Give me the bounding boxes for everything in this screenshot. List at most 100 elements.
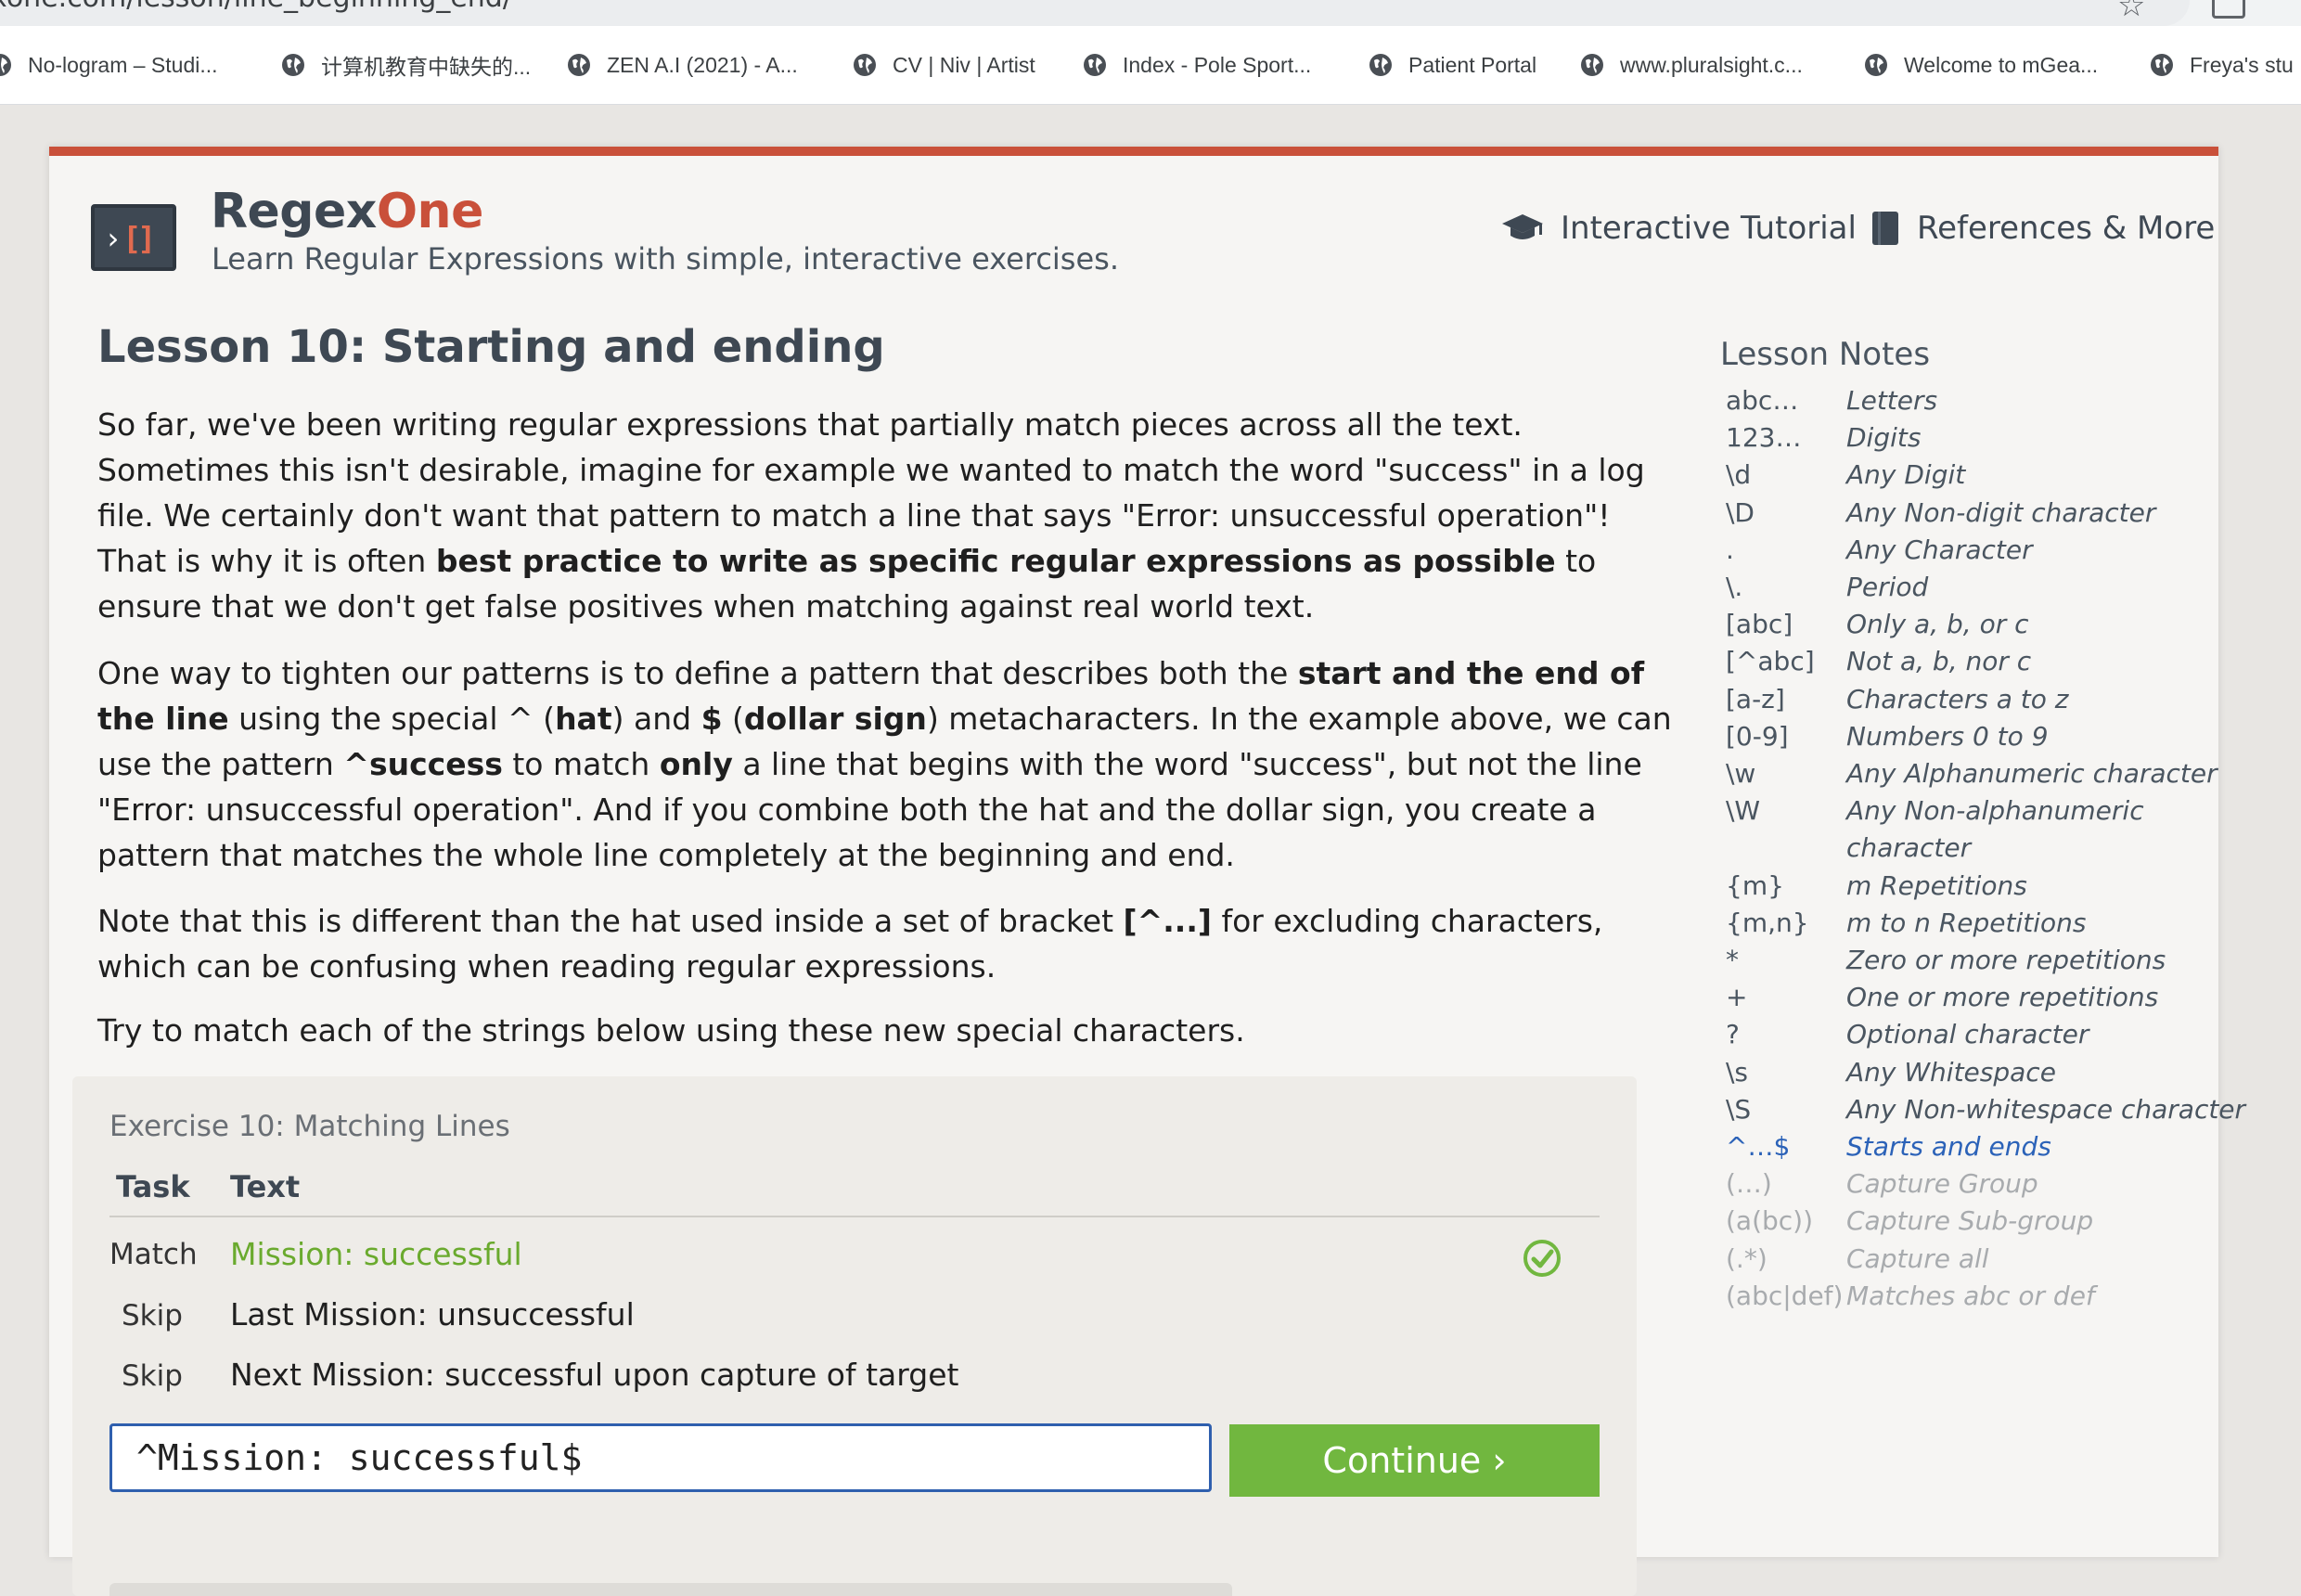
note-symbol: {m} [1726, 869, 1784, 901]
text-run: using the special ^ ( [228, 701, 556, 737]
text-run: to match [502, 746, 660, 782]
continue-button[interactable]: Continue › [1229, 1424, 1600, 1497]
note-symbol: [0-9] [1726, 720, 1789, 752]
bookmark-label: www.pluralsight.c... [1620, 52, 1803, 77]
note-symbol: [^abc] [1726, 646, 1815, 677]
bold-run: [^...] [1123, 903, 1212, 939]
note-description: Any Character [1846, 534, 2033, 565]
bookmark-star-icon[interactable]: ☆ [2117, 0, 2145, 24]
note-symbol: [abc] [1726, 609, 1793, 640]
note-symbol: (…) [1726, 1168, 1772, 1200]
check-circle-icon [1523, 1240, 1561, 1277]
bookmark-label: Index - Pole Sport... [1123, 52, 1312, 77]
note-description: Capture all [1846, 1242, 1989, 1274]
note-symbol: ? [1726, 1019, 1740, 1050]
note-symbol: ^…$ [1726, 1131, 1791, 1162]
note-description: Starts and ends [1846, 1131, 2051, 1162]
brand-name[interactable]: RegexOne [211, 184, 483, 239]
note-symbol: 123… [1726, 422, 1802, 454]
bookmark-item[interactable]: No-logram – Studi... [0, 46, 218, 84]
note-symbol: (.*) [1726, 1242, 1768, 1274]
row-text: Mission: successful [230, 1236, 522, 1272]
note-symbol: abc… [1726, 385, 1799, 416]
note-description: character [1846, 832, 1972, 864]
note-symbol: (abc|def) [1726, 1280, 1844, 1311]
bookmarks-bar: No-logram – Studi... 计算机教育中缺失的... ZEN A.… [0, 26, 2301, 105]
note-description: m Repetitions [1846, 869, 2027, 901]
note-description: Only a, b, or c [1846, 609, 2029, 640]
bookmark-item[interactable]: 计算机教育中缺失的... [280, 46, 531, 84]
lesson-paragraph: So far, we've been writing regular expre… [97, 402, 1684, 629]
note-description: Period [1846, 572, 1929, 602]
bookmark-item[interactable]: www.pluralsight.c... [1579, 46, 1803, 84]
text-run: One way to tighten our patterns is to de… [97, 655, 1298, 691]
solution-bar [109, 1583, 1232, 1596]
note-symbol: \w [1726, 758, 1756, 789]
bold-run: only [659, 746, 733, 782]
row-text: Last Mission: unsuccessful [230, 1296, 635, 1332]
note-symbol: \s [1726, 1056, 1749, 1088]
lesson-notes-title: Lesson Notes [1720, 336, 1931, 373]
bold-run: dollar sign [743, 701, 927, 737]
bookmark-item[interactable]: CV | Niv | Artist [852, 46, 1035, 84]
globe-icon [1863, 52, 1889, 78]
note-description: Optional character [1846, 1019, 2089, 1050]
tab-window-icon[interactable] [2212, 0, 2245, 19]
globe-icon [566, 52, 592, 78]
url-text[interactable]: xone.com/lesson/line_beginning_end/ [0, 0, 512, 14]
brand-main: Regex [211, 184, 377, 239]
nav-interactive-tutorial[interactable]: Interactive Tutorial [1501, 210, 1857, 247]
globe-icon [0, 52, 13, 78]
regex-input[interactable] [109, 1423, 1212, 1492]
globe-icon [852, 52, 878, 78]
logo-icon[interactable]: › [ ] [91, 204, 176, 271]
bookmark-item[interactable]: Freya's stu [2149, 46, 2294, 84]
divider [109, 1216, 1600, 1217]
graduation-cap-icon [1502, 214, 1543, 239]
note-description: Zero or more repetitions [1846, 945, 2166, 975]
bookmark-label: 计算机教育中缺失的... [321, 55, 532, 79]
note-description: Not a, b, nor c [1846, 646, 2032, 677]
svg-text:]: ] [137, 221, 156, 258]
brand-accent: One [376, 184, 484, 239]
accent-strip [49, 147, 2218, 156]
nav-references[interactable]: References & More [1870, 210, 2215, 247]
note-symbol: (a(bc)) [1726, 1205, 1814, 1237]
note-symbol: \d [1726, 459, 1752, 491]
bookmark-item[interactable]: Patient Portal [1368, 46, 1536, 84]
exercise-title: Exercise 10: Matching Lines [109, 1110, 510, 1143]
globe-icon [280, 52, 306, 78]
column-header-text: Text [230, 1169, 301, 1204]
note-symbol: \D [1726, 496, 1755, 528]
globe-icon [1579, 52, 1605, 78]
note-symbol: [a-z] [1726, 683, 1785, 714]
page-container: › [ ] RegexOne Learn Regular Expressions… [49, 147, 2245, 1596]
lesson-title: Lesson 10: Starting and ending [97, 321, 885, 373]
tagline: Learn Regular Expressions with simple, i… [212, 241, 1119, 277]
note-description: One or more repetitions [1846, 982, 2159, 1013]
address-bar[interactable]: xone.com/lesson/line_beginning_end/ ☆ [0, 0, 2301, 26]
note-symbol: \W [1726, 795, 1761, 827]
bookmark-label: CV | Niv | Artist [893, 52, 1035, 77]
column-header-task: Task [116, 1169, 190, 1204]
globe-icon [1368, 52, 1394, 78]
note-description: Capture Sub-group [1846, 1205, 2094, 1237]
note-description: Letters [1846, 385, 1938, 416]
book-icon [1872, 212, 1898, 245]
note-description: Any Whitespace [1846, 1056, 2056, 1088]
note-description: m to n Repetitions [1846, 907, 2087, 938]
row-task-label: Skip [122, 1359, 183, 1393]
bold-run: ^success [343, 746, 503, 782]
note-description: Numbers 0 to 9 [1846, 720, 2049, 752]
bookmark-item[interactable]: Index - Pole Sport... [1082, 46, 1311, 84]
text-run: Note that this is different than the hat… [97, 903, 1124, 939]
bookmark-label: Patient Portal [1408, 52, 1537, 77]
lesson-paragraph: One way to tighten our patterns is to de… [97, 650, 1684, 878]
bookmark-item[interactable]: ZEN A.I (2021) - A... [566, 46, 798, 84]
note-description: Any Digit [1846, 459, 1966, 491]
text-run: ( [722, 701, 744, 737]
lesson-paragraph: Try to match each of the strings below u… [97, 1012, 1245, 1049]
bookmark-item[interactable]: Welcome to mGea... [1863, 46, 2098, 84]
note-description: Any Non-whitespace character [1846, 1093, 2246, 1125]
nav-label: References & More [1917, 210, 2216, 247]
